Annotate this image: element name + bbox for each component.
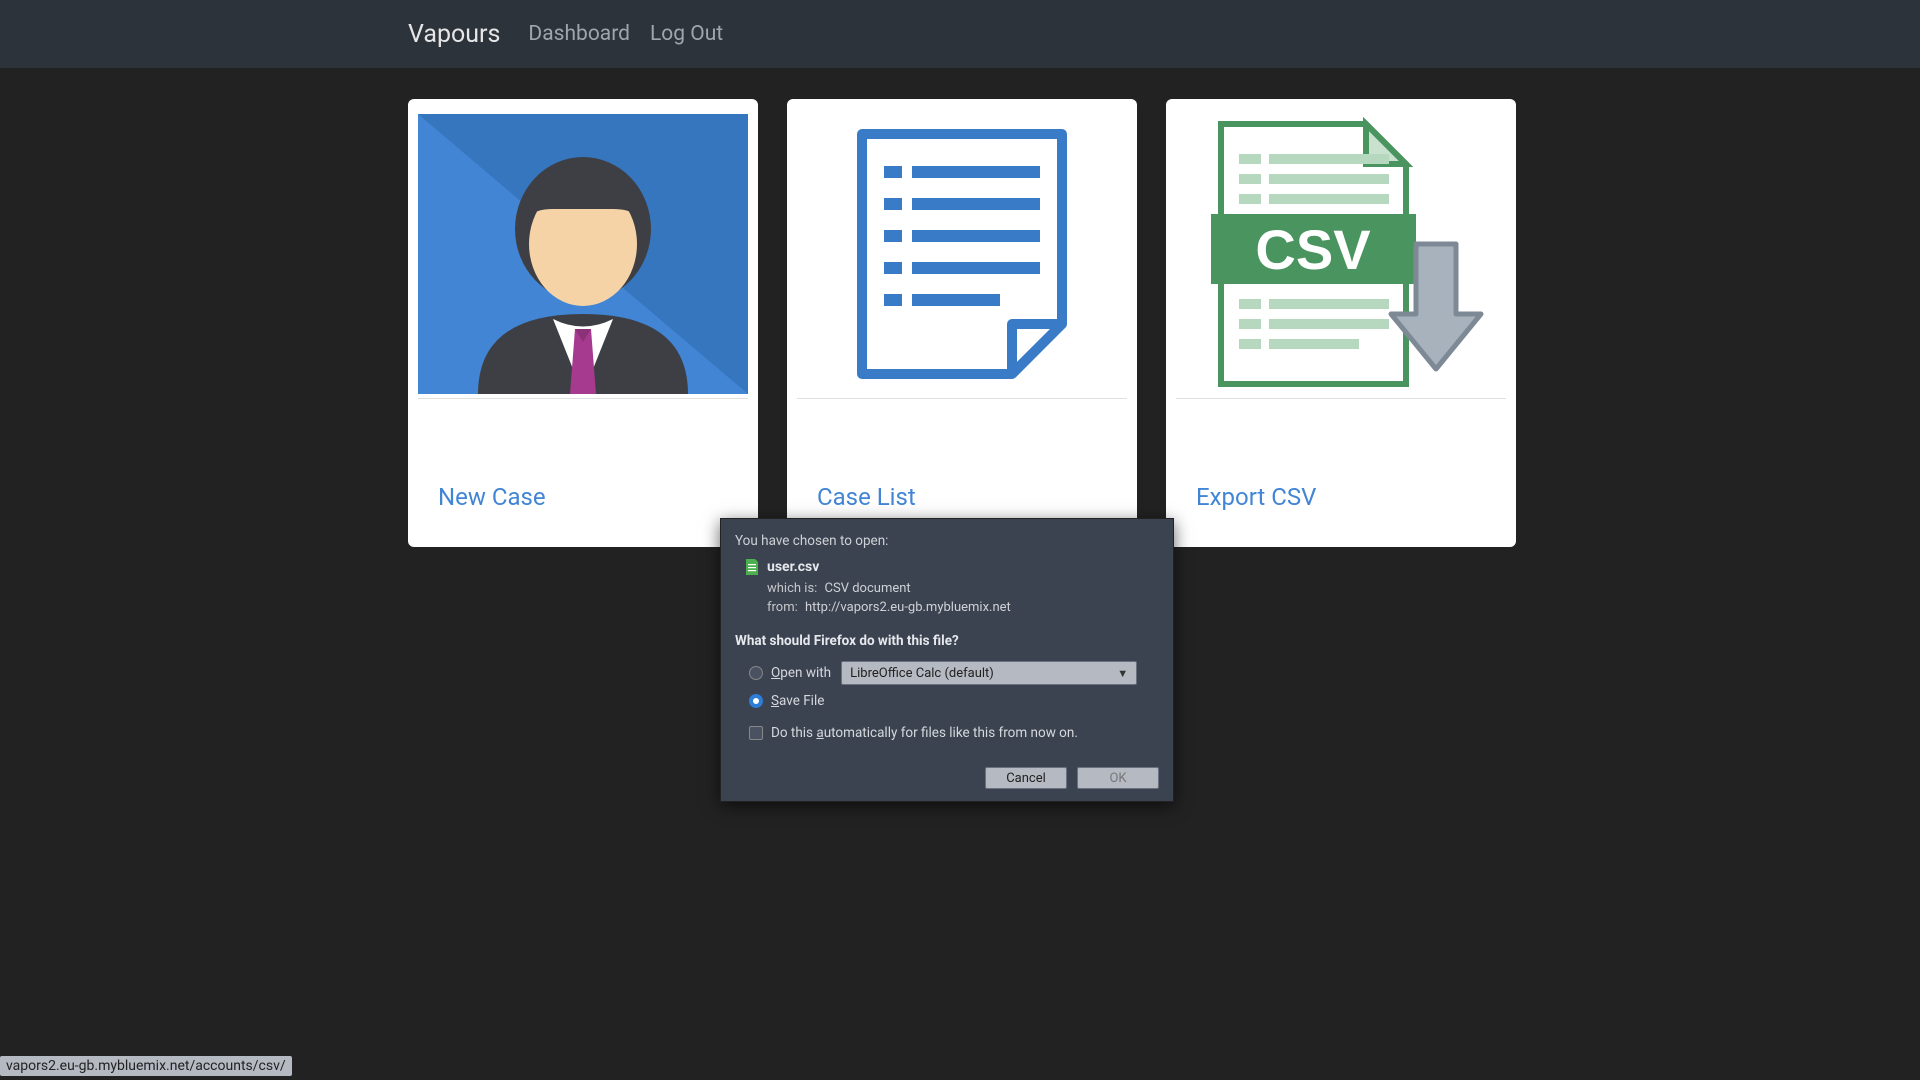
- svg-text:CSV: CSV: [1255, 218, 1370, 281]
- dialog-buttons: Cancel OK: [735, 767, 1159, 789]
- radio-row-save-file[interactable]: Save File: [735, 693, 1159, 709]
- dialog-question: What should Firefox do with this file?: [735, 633, 1159, 649]
- card-image-case-list: [797, 109, 1127, 399]
- from-value: http://vapors2.eu-gb.mybluemix.net: [805, 600, 1011, 615]
- chevron-down-icon: ▼: [1117, 667, 1128, 680]
- dialog-which-is-row: which is: CSV document: [735, 581, 1159, 596]
- card-title-export-csv: Export CSV: [1176, 405, 1506, 525]
- open-with-select[interactable]: LibreOffice Calc (default) ▼: [841, 661, 1137, 685]
- status-bar-url: vapors2.eu-gb.mybluemix.net/accounts/csv…: [0, 1056, 292, 1076]
- ok-button[interactable]: OK: [1077, 767, 1159, 789]
- radio-save-file[interactable]: [749, 694, 763, 708]
- person-avatar-icon: [418, 114, 748, 394]
- card-case-list[interactable]: Case List: [787, 99, 1137, 547]
- file-icon: [745, 559, 759, 575]
- card-export-csv[interactable]: CSV Export CSV: [1166, 99, 1516, 547]
- dialog-intro-text: You have chosen to open:: [735, 533, 1159, 549]
- csv-download-icon: CSV: [1191, 114, 1491, 394]
- checkbox-row-auto[interactable]: Do this automatically for files like thi…: [735, 725, 1159, 741]
- cancel-button[interactable]: Cancel: [985, 767, 1067, 789]
- from-label: from:: [767, 600, 798, 615]
- navbar: Vapours Dashboard Log Out: [0, 0, 1920, 68]
- card-image-export-csv: CSV: [1176, 109, 1506, 399]
- radio-open-with[interactable]: [749, 666, 763, 680]
- radio-row-open-with[interactable]: Open with LibreOffice Calc (default) ▼: [735, 661, 1159, 685]
- dialog-from-row: from: http://vapors2.eu-gb.mybluemix.net: [735, 600, 1159, 615]
- nav-link-dashboard[interactable]: Dashboard: [528, 22, 630, 46]
- checkbox-label-auto: Do this automatically for files like thi…: [771, 725, 1078, 741]
- cards-container: New Case Case List: [0, 68, 1920, 547]
- checkbox-auto[interactable]: [749, 726, 763, 740]
- download-dialog: You have chosen to open: user.csv which …: [720, 518, 1174, 802]
- card-image-new-case: [418, 109, 748, 399]
- radio-label-open-with: Open with: [771, 665, 831, 681]
- open-with-selected-value: LibreOffice Calc (default): [850, 666, 994, 681]
- which-is-value: CSV document: [825, 581, 911, 596]
- document-list-icon: [832, 124, 1092, 384]
- dialog-file-row: user.csv: [735, 559, 1159, 575]
- nav-link-logout[interactable]: Log Out: [650, 22, 723, 46]
- card-title-case-list: Case List: [797, 405, 1127, 525]
- dialog-filename: user.csv: [767, 559, 819, 575]
- which-is-label: which is:: [767, 581, 817, 596]
- card-new-case[interactable]: New Case: [408, 99, 758, 547]
- brand-label[interactable]: Vapours: [408, 20, 500, 49]
- card-title-new-case: New Case: [418, 405, 748, 525]
- radio-label-save-file: Save File: [771, 693, 824, 709]
